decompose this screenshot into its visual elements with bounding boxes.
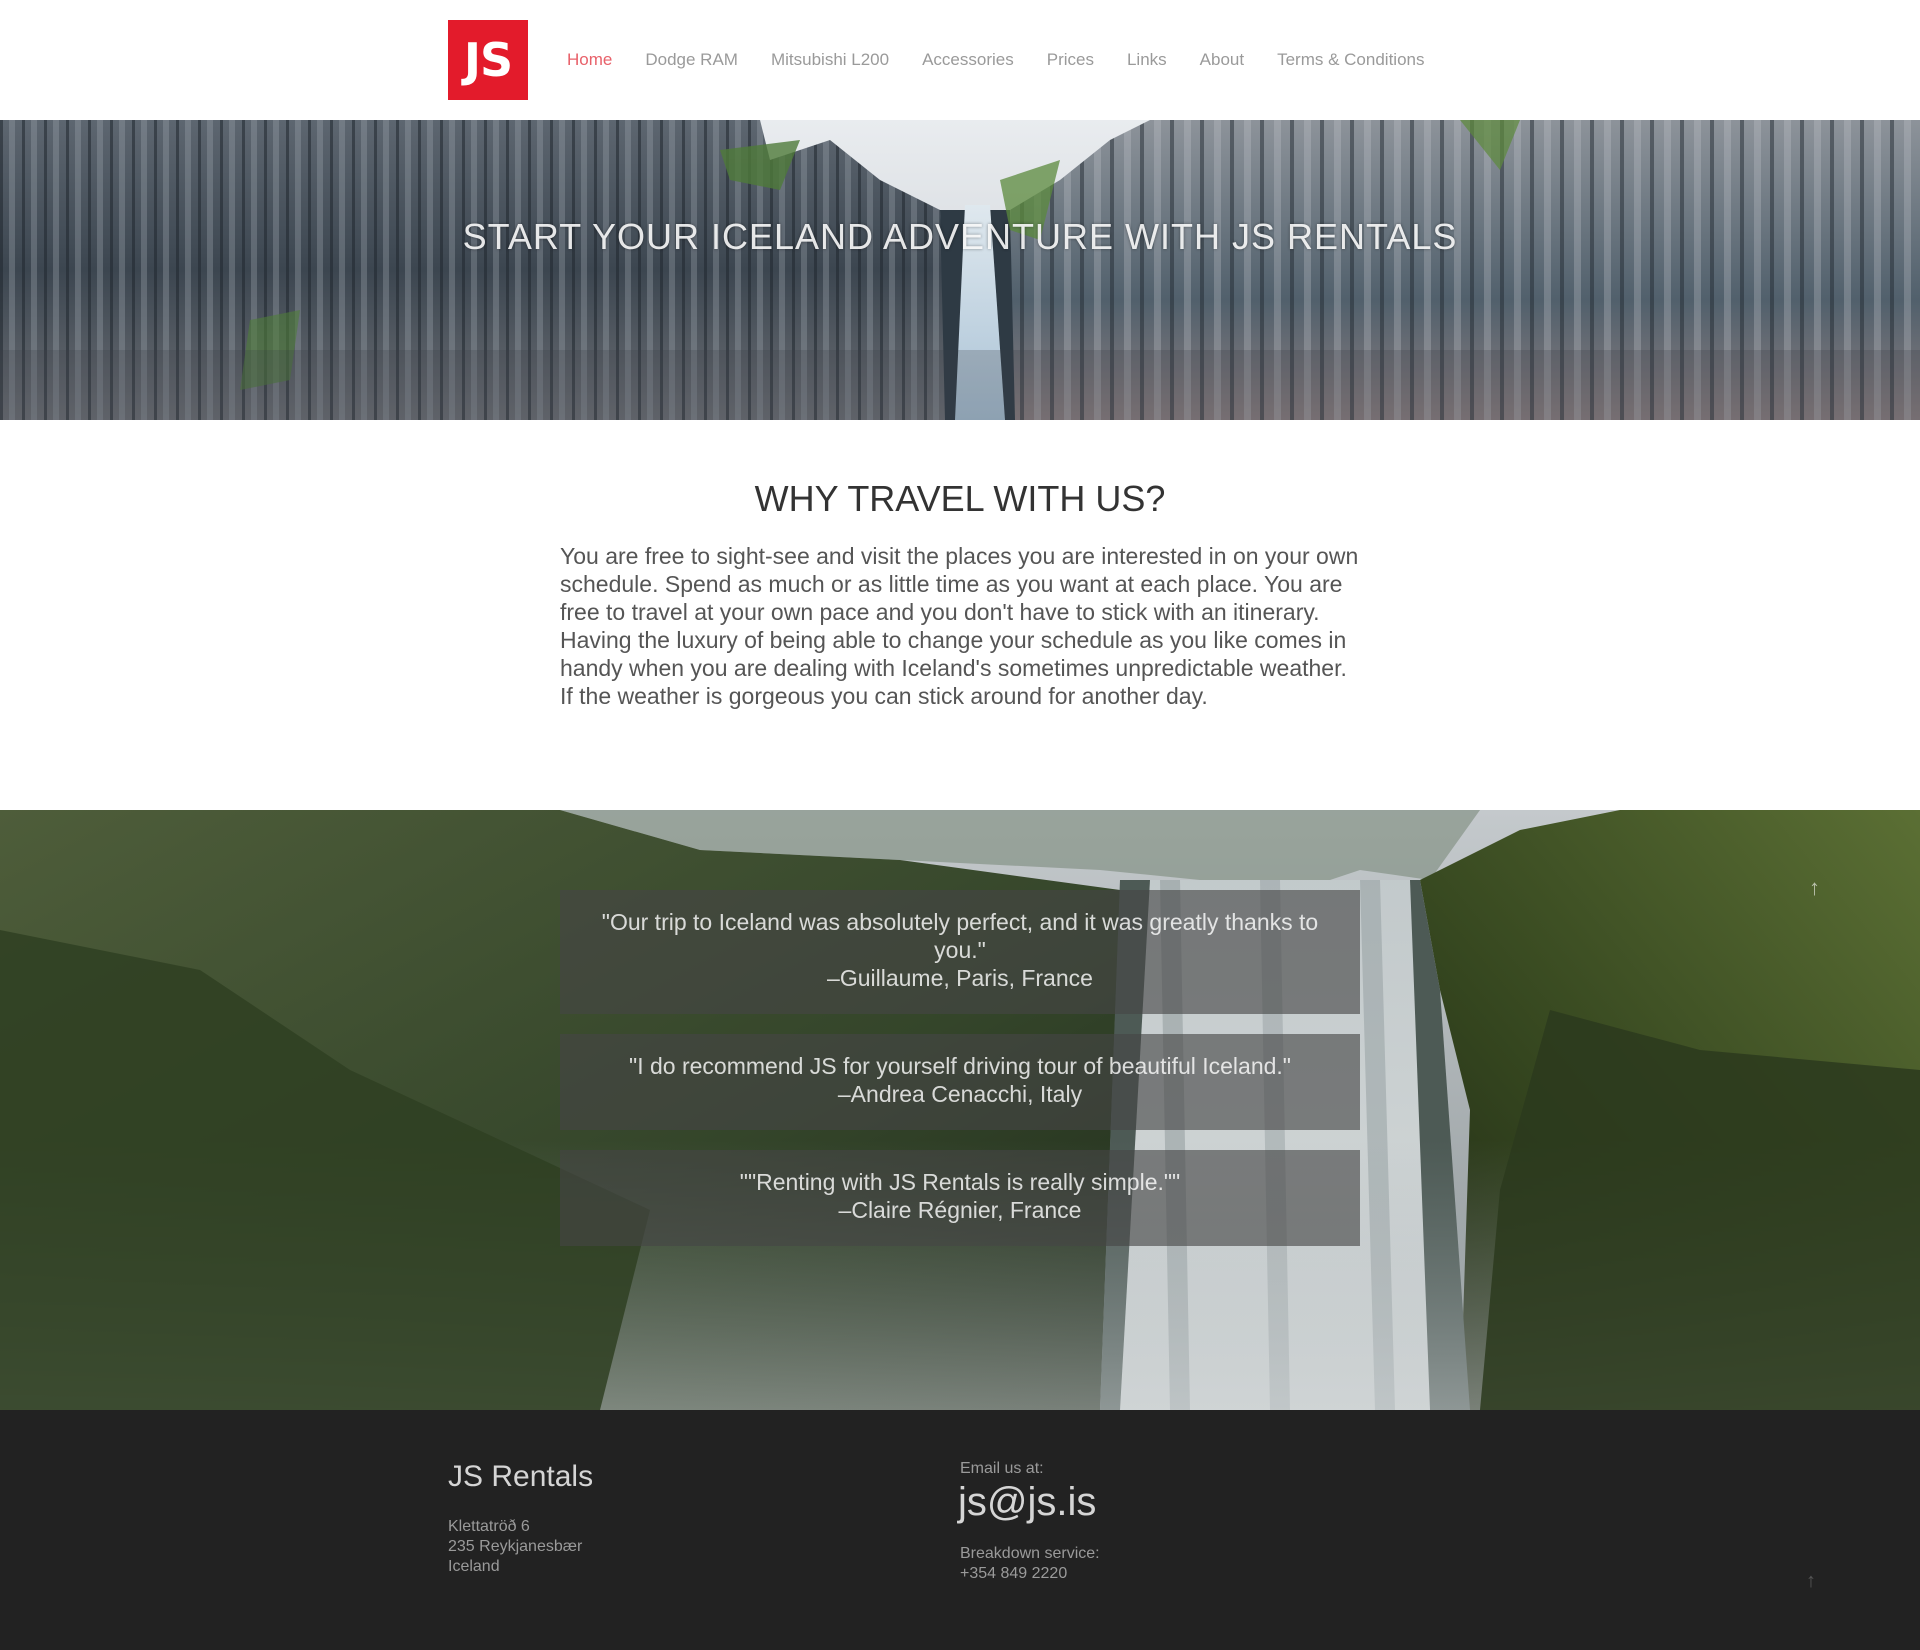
email-link[interactable]: js@js.is — [958, 1480, 1096, 1525]
breakdown-phone: +354 849 2220 — [960, 1565, 1068, 1582]
breakdown-label: Breakdown service: — [960, 1545, 1100, 1562]
site-header: JS Home Dodge RAM Mitsubishi L200 Access… — [0, 0, 1920, 120]
nav-prices[interactable]: Prices — [1047, 50, 1094, 70]
nav-mitsubishi-l200[interactable]: Mitsubishi L200 — [771, 50, 889, 70]
testimonial-quote: "I do recommend JS for yourself driving … — [629, 1053, 1291, 1079]
scroll-up-arrow-icon[interactable]: ↑ — [1809, 875, 1820, 901]
testimonial-quote: ""Renting with JS Rentals is really simp… — [739, 1169, 1181, 1195]
js-logo[interactable]: JS — [448, 20, 528, 100]
back-to-top-icon[interactable]: ↑ — [1806, 1570, 1816, 1593]
testimonial-card: "I do recommend JS for yourself driving … — [560, 1034, 1360, 1130]
why-heading: WHY TRAVEL WITH US? — [754, 478, 1166, 519]
address-line: Iceland — [448, 1558, 500, 1575]
nav-dodge-ram[interactable]: Dodge RAM — [645, 50, 738, 70]
nav-accessories[interactable]: Accessories — [922, 50, 1014, 70]
main-nav: Home Dodge RAM Mitsubishi L200 Accessori… — [567, 50, 1457, 70]
hero-banner: START YOUR ICELAND ADVENTURE WITH JS REN… — [0, 120, 1920, 420]
email-label: Email us at: — [960, 1460, 1044, 1477]
why-body-text: You are free to sight-see and visit the … — [560, 543, 1359, 709]
nav-about[interactable]: About — [1200, 50, 1244, 70]
nav-links[interactable]: Links — [1127, 50, 1167, 70]
footer-address: Klettatröð 6 235 Reykjanesbær Iceland — [448, 1517, 582, 1577]
address-line: 235 Reykjanesbær — [448, 1538, 583, 1555]
hero-title: START YOUR ICELAND ADVENTURE WITH JS REN… — [462, 216, 1458, 257]
testimonial-card: "Our trip to Iceland was absolutely perf… — [560, 890, 1360, 1014]
footer-brand: JS Rentals — [448, 1460, 594, 1493]
testimonial-author: –Andrea Cenacchi, Italy — [837, 1081, 1083, 1107]
nav-home[interactable]: Home — [567, 50, 612, 70]
testimonial-author: –Claire Régnier, France — [838, 1197, 1082, 1223]
testimonial-author: –Guillaume, Paris, France — [827, 965, 1093, 991]
address-line: Klettatröð 6 — [448, 1518, 530, 1535]
hero-background-image — [0, 120, 1920, 420]
testimonials-section: "Our trip to Iceland was absolutely perf… — [0, 810, 1920, 1410]
nav-terms[interactable]: Terms & Conditions — [1277, 50, 1424, 70]
testimonial-card: ""Renting with JS Rentals is really simp… — [560, 1150, 1360, 1246]
testimonial-quote: "Our trip to Iceland was absolutely perf… — [601, 909, 1319, 963]
why-section: WHY TRAVEL WITH US? You are free to sigh… — [0, 420, 1920, 810]
site-footer: JS Rentals Klettatröð 6 235 Reykjanesbær… — [0, 1410, 1920, 1650]
